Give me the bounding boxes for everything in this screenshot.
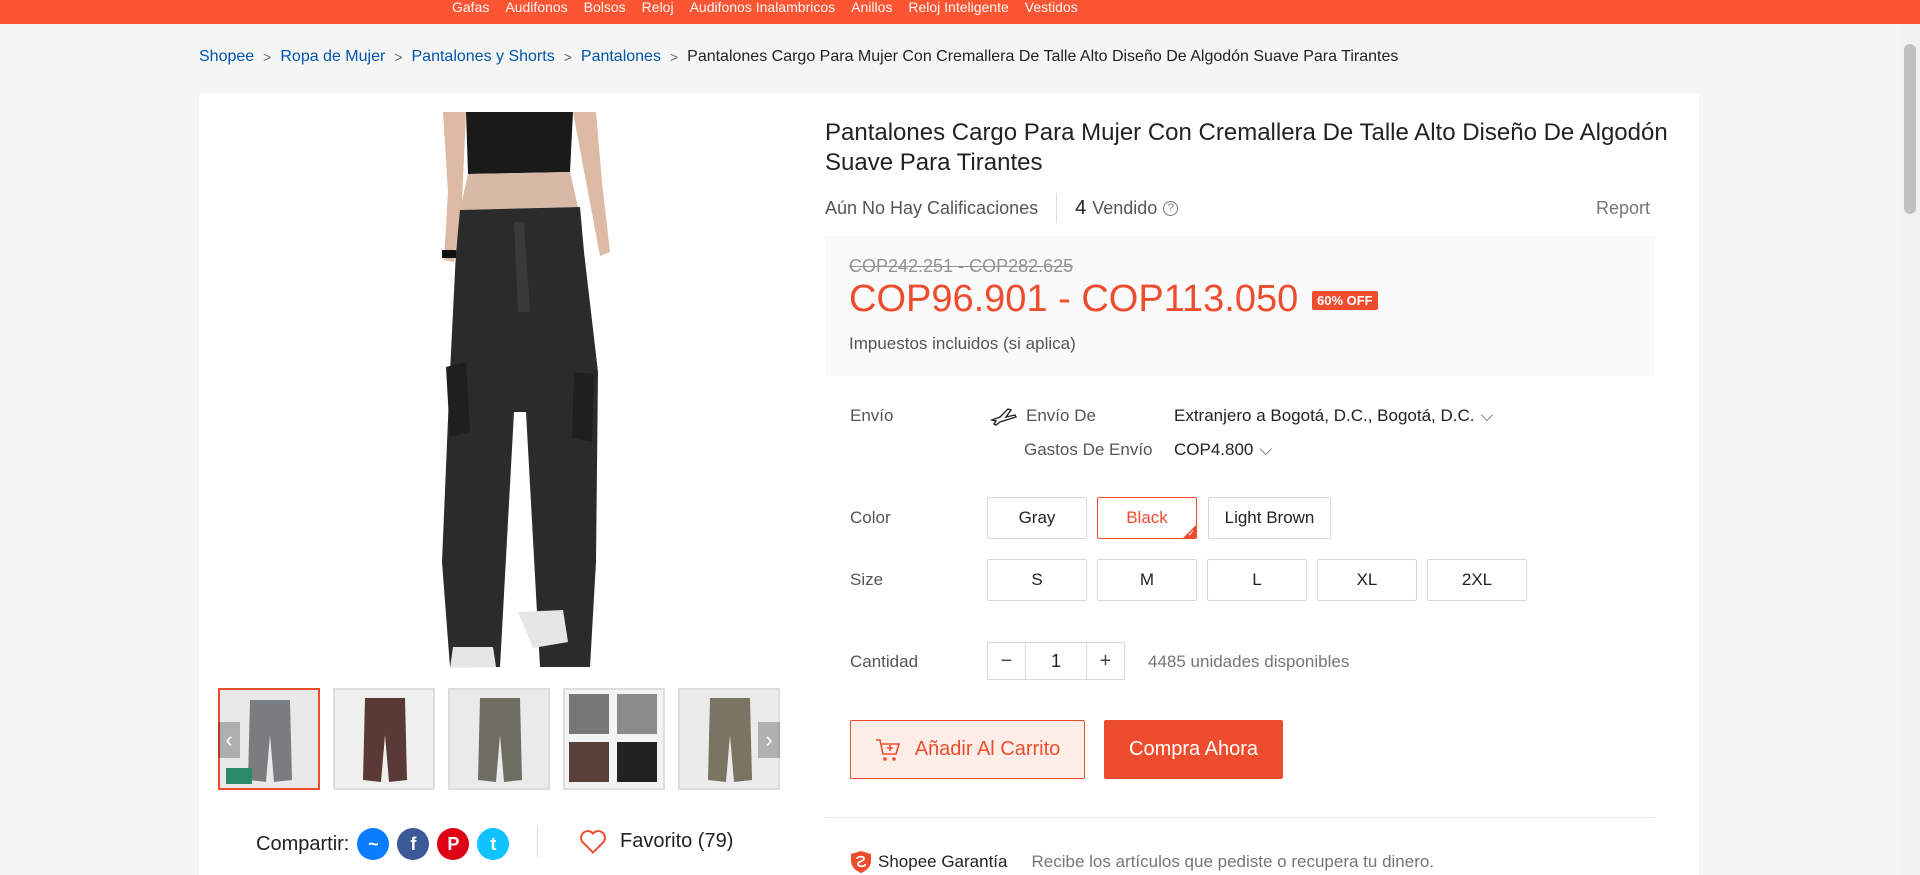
share-label: Compartir: — [256, 832, 350, 855]
quantity-input[interactable]: 1 — [1026, 642, 1086, 680]
quantity-increase-button[interactable]: + — [1086, 642, 1125, 680]
quantity-decrease-button[interactable]: − — [987, 642, 1026, 680]
size-option-2xl[interactable]: 2XL — [1427, 559, 1527, 601]
product-thumbnail[interactable] — [333, 688, 435, 790]
chevron-down-icon: ⌵ — [1480, 406, 1494, 425]
shipping-from-label: Envío De — [1026, 406, 1096, 425]
product-main-image[interactable] — [218, 112, 778, 672]
favorite-label: Favorito (79) — [620, 830, 734, 852]
shipping-cost-value: COP4.800 — [1174, 440, 1254, 459]
shipping-from-row: Envío De — [990, 406, 1096, 426]
top-category-link[interactable]: Audifonos — [505, 0, 567, 14]
chevron-right-icon: > — [263, 49, 272, 65]
product-title: Pantalones Cargo Para Mujer Con Cremalle… — [825, 119, 1668, 176]
breadcrumb: Shopee > Ropa de Mujer > Pantalones y Sh… — [199, 48, 1398, 66]
report-link[interactable]: Report — [1596, 198, 1650, 219]
ratings-text[interactable]: Aún No Hay Calificaciones — [825, 198, 1038, 219]
sold-count: 4 — [1075, 196, 1087, 219]
add-to-cart-button[interactable]: Añadir Al Carrito — [850, 720, 1085, 779]
chevron-left-icon[interactable]: ‹ — [218, 722, 240, 758]
size-option-s[interactable]: S — [987, 559, 1087, 601]
guarantee-row[interactable]: Shopee Garantía Recibe los artículos que… — [850, 850, 1434, 874]
help-icon[interactable]: ? — [1163, 200, 1179, 216]
twitter-icon[interactable]: t — [477, 828, 510, 860]
color-option-gray[interactable]: Gray — [987, 497, 1087, 539]
ratings-row: Aún No Hay Calificaciones 4 Vendido ? Re… — [825, 192, 1650, 224]
buy-now-button[interactable]: Compra Ahora — [1104, 720, 1283, 779]
share-section: Compartir: ~ f P t — [256, 828, 510, 860]
quantity-label: Cantidad — [850, 652, 919, 671]
top-category-link[interactable]: Gafas — [452, 0, 489, 14]
top-category-link[interactable]: Bolsos — [584, 0, 626, 14]
add-to-cart-label: Añadir Al Carrito — [914, 738, 1061, 760]
top-category-link[interactable]: Audifonos Inalambricos — [690, 0, 836, 14]
breadcrumb-link[interactable]: Shopee — [199, 48, 254, 66]
thumbnail-photo — [450, 690, 548, 788]
top-category-bar: Gafas Audifonos Bolsos Reloj Audifonos I… — [0, 0, 1920, 24]
check-icon: ✓ — [1187, 528, 1195, 538]
color-option-light-brown[interactable]: Light Brown — [1208, 497, 1331, 539]
top-category-link[interactable]: Vestidos — [1025, 0, 1078, 14]
scrollbar-thumb[interactable] — [1904, 44, 1916, 214]
color-option-black[interactable]: Black ✓ — [1097, 497, 1197, 539]
sold-label: Vendido — [1092, 197, 1158, 218]
messenger-icon[interactable]: ~ — [357, 828, 390, 860]
thumbnail-photo — [335, 690, 433, 788]
size-option-xl[interactable]: XL — [1317, 559, 1417, 601]
shipping-cost[interactable]: COP4.800 ⌵ — [1174, 440, 1272, 460]
product-thumbnails — [218, 688, 780, 790]
shipping-cost-label: Gastos De Envío — [1024, 440, 1153, 459]
quantity-stepper: − 1 + — [987, 642, 1125, 680]
shipping-destination-value: Extranjero a Bogotá, D.C., Bogotá, D.C. — [1174, 406, 1475, 425]
shipping-label: Envío — [850, 406, 894, 425]
guarantee-description: Recibe los artículos que pediste o recup… — [1031, 852, 1435, 871]
facebook-icon[interactable]: f — [397, 828, 430, 860]
product-thumbnail[interactable] — [563, 688, 665, 790]
chevron-right-icon: > — [394, 49, 403, 65]
chevron-right-icon[interactable]: › — [758, 722, 780, 758]
color-option-label: Black — [1126, 508, 1168, 527]
cart-icon — [875, 738, 900, 761]
breadcrumb-current: Pantalones Cargo Para Mujer Con Cremalle… — [687, 48, 1399, 65]
product-thumbnail[interactable] — [448, 688, 550, 790]
current-price: COP96.901 - COP113.050 — [849, 278, 1299, 320]
size-option-m[interactable]: M — [1097, 559, 1197, 601]
product-photo — [218, 112, 778, 672]
divider — [825, 817, 1655, 818]
shipping-destination[interactable]: Extranjero a Bogotá, D.C., Bogotá, D.C. … — [1174, 406, 1493, 426]
breadcrumb-link[interactable]: Pantalones — [581, 48, 661, 66]
price-section: COP242.251 - COP282.625 COP96.901 - COP1… — [825, 236, 1655, 376]
breadcrumb-link[interactable]: Pantalones y Shorts — [412, 48, 555, 66]
chevron-down-icon: ⌵ — [1259, 440, 1273, 459]
thumbnail-photo — [565, 690, 663, 788]
top-category-link[interactable]: Reloj — [642, 0, 674, 14]
discount-badge: 60% OFF — [1312, 291, 1378, 310]
size-option-l[interactable]: L — [1207, 559, 1307, 601]
chevron-right-icon: > — [669, 49, 679, 65]
divider — [537, 826, 538, 858]
top-category-link[interactable]: Anillos — [851, 0, 892, 14]
page-scrollbar[interactable] — [1900, 24, 1920, 875]
tax-note: Impuestos incluidos (si aplica) — [849, 334, 1076, 353]
breadcrumb-link[interactable]: Ropa de Mujer — [280, 48, 385, 66]
favorite-button[interactable]: Favorito (79) — [578, 828, 733, 855]
size-label: Size — [850, 570, 884, 589]
heart-icon — [580, 830, 606, 854]
color-label: Color — [850, 508, 891, 527]
guarantee-name: Shopee Garantía — [878, 852, 1008, 871]
available-units: 4485 unidades disponibles — [1148, 652, 1350, 671]
pinterest-icon[interactable]: P — [437, 828, 470, 860]
top-category-link[interactable]: Reloj Inteligente — [908, 0, 1008, 14]
top-category-links: Gafas Audifonos Bolsos Reloj Audifonos I… — [452, 0, 1078, 14]
divider — [1056, 193, 1058, 223]
shield-icon — [851, 851, 871, 873]
plane-icon — [990, 408, 1017, 426]
chevron-right-icon: > — [563, 49, 572, 65]
original-price: COP242.251 - COP282.625 — [849, 256, 1074, 276]
